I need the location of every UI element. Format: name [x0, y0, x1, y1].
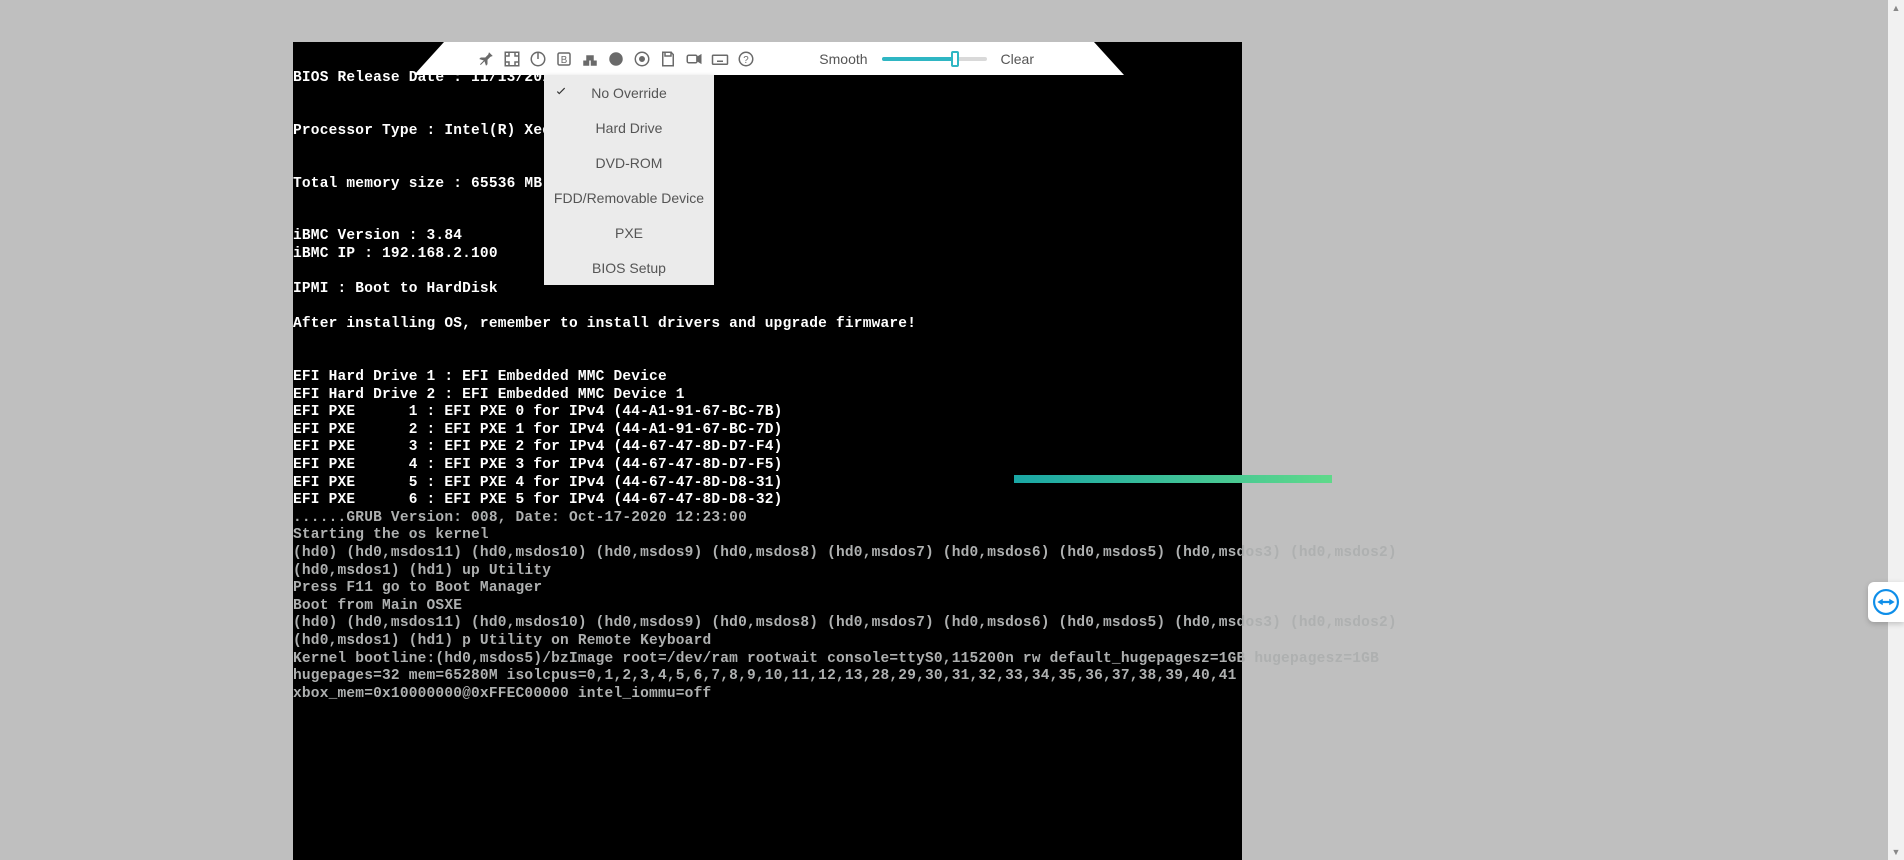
- smooth-label: Smooth: [819, 51, 867, 67]
- help-icon[interactable]: ?: [736, 49, 756, 69]
- scroll-down-button[interactable]: ▼: [1888, 844, 1904, 860]
- slider-fill: [882, 57, 953, 61]
- toolbar-icons: B ?: [444, 49, 756, 69]
- boot-option-bios-setup[interactable]: BIOS Setup: [544, 250, 714, 285]
- save-icon[interactable]: [658, 49, 678, 69]
- quality-slider[interactable]: [882, 57, 987, 61]
- boot-option-fdd-removable-device[interactable]: FDD/Removable Device: [544, 180, 714, 215]
- terminal-output: BIOS Release Date : 11/13/2019 Processor…: [293, 42, 1242, 703]
- power-icon[interactable]: [528, 49, 548, 69]
- pin-icon[interactable]: [476, 49, 496, 69]
- boot-option-dvd-rom[interactable]: DVD-ROM: [544, 145, 714, 180]
- boot-option-icon[interactable]: B: [554, 49, 574, 69]
- vertical-scrollbar[interactable]: ▲ ▼: [1888, 0, 1904, 860]
- keyboard-icon[interactable]: [710, 49, 730, 69]
- disc-icon[interactable]: [632, 49, 652, 69]
- fullscreen-icon[interactable]: [502, 49, 522, 69]
- boot-option-label: DVD-ROM: [596, 155, 663, 171]
- toolbar: B ? Smooth Clear: [444, 42, 1094, 75]
- boot-option-label: Hard Drive: [596, 120, 663, 136]
- boot-option-label: BIOS Setup: [592, 260, 666, 276]
- toolbar-right: Smooth Clear: [819, 51, 1094, 67]
- boot-option-no-override[interactable]: No Override: [544, 75, 714, 110]
- boot-option-label: PXE: [615, 225, 643, 241]
- boot-option-label: No Override: [591, 85, 666, 101]
- boot-option-label: FDD/Removable Device: [554, 190, 704, 206]
- svg-text:B: B: [561, 54, 568, 65]
- record-icon[interactable]: [684, 49, 704, 69]
- mount-icon[interactable]: [580, 49, 600, 69]
- svg-text:?: ?: [743, 54, 749, 65]
- progress-bar: [1014, 475, 1332, 483]
- check-icon: [554, 85, 568, 99]
- remote-console: BIOS Release Date : 11/13/2019 Processor…: [293, 42, 1242, 860]
- clear-label: Clear: [1001, 51, 1034, 67]
- hand-icon[interactable]: [606, 49, 626, 69]
- boot-option-pxe[interactable]: PXE: [544, 215, 714, 250]
- boot-option-hard-drive[interactable]: Hard Drive: [544, 110, 714, 145]
- boot-override-menu: No Override Hard Drive DVD-ROM FDD/Removabl…: [544, 75, 714, 285]
- teamviewer-widget[interactable]: [1868, 582, 1904, 622]
- scroll-up-button[interactable]: ▲: [1888, 0, 1904, 16]
- slider-handle[interactable]: [951, 51, 959, 67]
